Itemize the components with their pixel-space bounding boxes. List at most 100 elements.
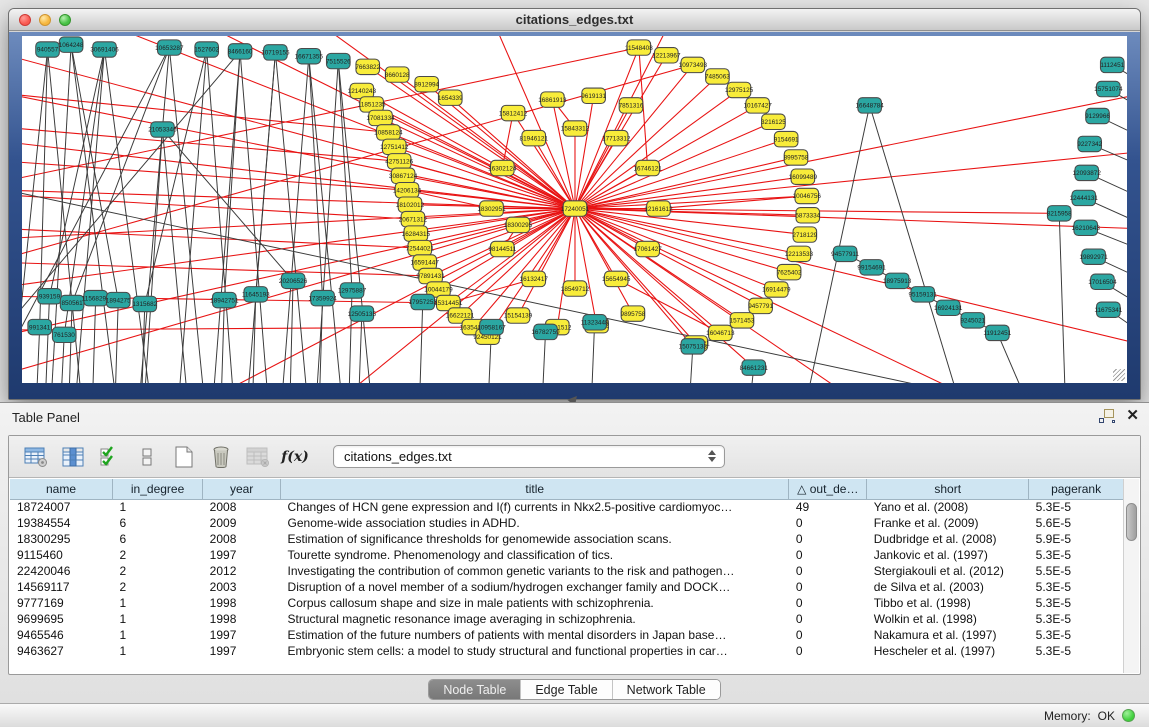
network-canvas[interactable]: 9405571064248306914061065328715276028466… <box>22 36 1127 383</box>
network-node[interactable]: 17359924 <box>308 290 337 305</box>
network-node[interactable]: 16210643 <box>1072 220 1101 235</box>
network-node[interactable]: 1064248 <box>59 37 84 52</box>
network-node[interactable]: 16914479 <box>762 282 791 297</box>
network-node[interactable]: 18942751 <box>210 292 239 307</box>
new-column-button[interactable] <box>171 444 197 470</box>
network-node[interactable]: 16302124 <box>488 160 517 175</box>
zoom-window-icon[interactable] <box>59 14 71 26</box>
table-row[interactable]: 946554611997Estimation of the future num… <box>10 627 1123 643</box>
network-edge[interactable] <box>179 49 207 383</box>
network-node[interactable]: 12213533 <box>785 246 814 261</box>
column-header-year[interactable]: year <box>203 479 281 499</box>
network-node[interactable]: 30867124 <box>389 168 418 183</box>
network-node[interactable]: 16046713 <box>706 325 735 340</box>
network-node[interactable]: 18102012 <box>396 197 425 212</box>
network-node[interactable]: 16671355 <box>295 49 324 64</box>
network-edge[interactable] <box>275 52 306 383</box>
network-edge[interactable] <box>145 129 163 383</box>
network-node[interactable]: 16099489 <box>789 169 818 184</box>
column-header-in_degree[interactable]: in_degree <box>112 479 202 499</box>
table-row[interactable]: 946362711997Embryonic stem cells: a mode… <box>10 643 1123 659</box>
network-node[interactable]: 19892971 <box>1079 249 1108 264</box>
network-node[interactable]: 16924131 <box>934 300 963 315</box>
network-node[interactable]: 11912451 <box>983 325 1011 340</box>
delete-column-button[interactable] <box>208 444 234 470</box>
network-node[interactable]: 15812412 <box>499 105 528 120</box>
network-edge[interactable] <box>870 105 957 383</box>
network-edge[interactable] <box>37 327 40 383</box>
network-node[interactable]: 12975125 <box>725 82 754 97</box>
network-node[interactable]: 10958167 <box>477 319 506 334</box>
table-row[interactable]: 969969511998Structural magnetic resonanc… <box>10 611 1123 627</box>
network-node[interactable]: 98144511 <box>488 241 516 256</box>
network-node[interactable]: 81946121 <box>520 130 549 145</box>
network-node[interactable]: 7625402 <box>777 264 802 279</box>
network-node[interactable]: 7515526 <box>326 53 351 68</box>
network-node[interactable]: 16284315 <box>402 226 431 241</box>
minimize-window-icon[interactable] <box>39 14 51 26</box>
network-node[interactable]: 991341 <box>28 319 52 334</box>
table-row[interactable]: 911546021997Tourette syndrome. Phenomeno… <box>10 547 1123 563</box>
network-node[interactable]: 18975913 <box>883 273 912 288</box>
network-node[interactable]: 5873334 <box>795 208 820 223</box>
network-node[interactable]: 17061427 <box>633 241 662 256</box>
network-node[interactable]: 10653287 <box>155 40 184 55</box>
network-edge[interactable] <box>240 51 268 383</box>
network-edge[interactable] <box>290 281 293 383</box>
window-titlebar[interactable]: citations_edges.txt <box>9 9 1140 31</box>
network-node[interactable]: 11323448 <box>581 315 609 330</box>
network-node[interactable]: 940557 <box>36 42 60 57</box>
network-node[interactable]: 84661231 <box>740 360 769 375</box>
network-edge[interactable] <box>349 290 352 383</box>
show-columns-button[interactable] <box>60 444 86 470</box>
network-edge[interactable] <box>493 36 575 209</box>
table-vertical-scrollbar[interactable] <box>1123 479 1139 673</box>
network-edge[interactable] <box>282 56 309 383</box>
network-node[interactable]: 30691406 <box>90 42 119 57</box>
table-row[interactable]: 2242004622012Investigating the contribut… <box>10 563 1123 579</box>
network-node[interactable]: 8660128 <box>385 67 410 82</box>
window-resize-grip[interactable] <box>1113 369 1125 381</box>
network-node[interactable]: 11675341 <box>1094 302 1122 317</box>
network-node[interactable]: 3216125 <box>761 114 786 129</box>
network-edge[interactable] <box>575 196 807 209</box>
network-node[interactable]: 15654945 <box>602 271 631 286</box>
network-node[interactable]: 761530 <box>52 327 76 342</box>
network-edge[interactable] <box>420 302 423 383</box>
network-edge[interactable] <box>253 294 256 383</box>
network-node[interactable]: 9619131 <box>581 88 606 103</box>
network-node[interactable]: 95159131 <box>909 287 938 302</box>
memory-status-icon[interactable] <box>1122 709 1135 722</box>
network-node[interactable]: 9227342 <box>1077 136 1102 151</box>
network-node[interactable]: 15154139 <box>504 308 533 323</box>
network-node[interactable]: 9895758 <box>621 306 646 321</box>
network-node[interactable]: 94577911 <box>831 246 859 261</box>
close-window-icon[interactable] <box>19 14 31 26</box>
network-node[interactable]: 9129966 <box>1085 108 1110 123</box>
network-node[interactable]: 1894275 <box>106 292 131 307</box>
column-header-name[interactable]: name <box>10 479 112 499</box>
tab-node-table[interactable]: Node Table <box>429 680 521 699</box>
network-node[interactable]: 10858124 <box>374 125 403 140</box>
network-edge[interactable] <box>359 314 362 383</box>
network-node[interactable]: 11645193 <box>242 287 270 302</box>
network-edge[interactable] <box>575 209 1127 345</box>
network-node[interactable]: 16861913 <box>538 92 567 107</box>
network-node[interactable]: 2718129 <box>792 227 817 242</box>
network-node[interactable]: 17240051 <box>561 201 590 216</box>
network-node[interactable]: 850561 <box>60 295 84 310</box>
network-node[interactable]: 15751074 <box>1094 81 1123 96</box>
network-node[interactable]: 17016504 <box>1088 274 1117 289</box>
table-settings-button[interactable] <box>23 444 49 470</box>
tab-edge-table[interactable]: Edge Table <box>521 680 612 699</box>
network-node[interactable]: 1315682 <box>132 296 157 311</box>
function-builder-button[interactable]: f(x) <box>282 444 308 470</box>
network-node[interactable]: 20671312 <box>399 211 428 226</box>
network-edge[interactable] <box>808 105 870 383</box>
table-row[interactable]: 1830029562008Estimation of significance … <box>10 531 1123 547</box>
network-node[interactable]: 7851316 <box>619 98 644 113</box>
table-row[interactable]: 1938455462009Genome-wide association stu… <box>10 515 1123 531</box>
table-row[interactable]: 1872400712008Changes of HCN gene express… <box>10 499 1123 515</box>
network-node[interactable]: 7663822 <box>355 59 380 74</box>
network-node[interactable]: 10167427 <box>744 98 773 113</box>
